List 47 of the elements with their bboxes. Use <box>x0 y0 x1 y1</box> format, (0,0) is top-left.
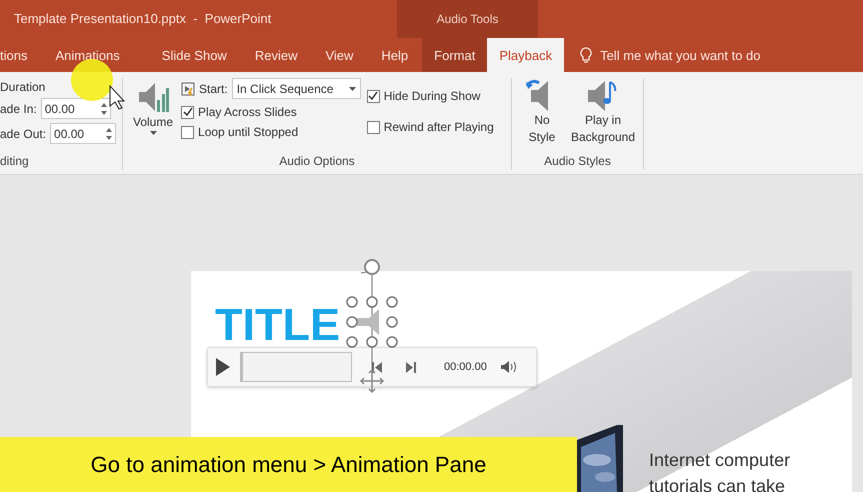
spinner-arrows-icon[interactable] <box>106 126 112 140</box>
lightbulb-icon[interactable] <box>580 46 592 64</box>
ribbon-tab[interactable]: Format <box>422 38 488 72</box>
duration-label: Duration <box>0 80 46 94</box>
checkbox-label: Hide During Show <box>384 89 480 103</box>
checkbox-label: Rewind after Playing <box>384 120 494 134</box>
skip-forward-icon[interactable] <box>406 362 416 372</box>
skip-back-icon[interactable] <box>372 362 382 372</box>
ribbon-tab[interactable]: Playback <box>487 38 564 72</box>
slide-title: TITLE <box>215 298 341 352</box>
caret-icon <box>150 131 157 135</box>
caret-icon <box>348 86 356 90</box>
video-caption: Go to animation menu > Animation Pane <box>0 437 577 492</box>
group-label: Audio Options <box>278 154 356 170</box>
audio-style-button[interactable]: Play in Background <box>568 78 638 154</box>
play-icon[interactable] <box>216 358 230 376</box>
slide-body-text: Internet computer tutorials can take <box>649 449 792 492</box>
group-label: Audio Styles <box>543 154 612 170</box>
ribbon-tab[interactable]: View <box>311 38 368 72</box>
checkbox[interactable] <box>366 120 380 134</box>
spinner-arrows-icon[interactable] <box>100 102 107 116</box>
contextual-tab-title: Audio Tools <box>397 0 538 38</box>
tell-me-search[interactable]: Tell me what you want to do <box>600 48 760 62</box>
fade-out-label: ade Out: <box>0 126 46 140</box>
audio-style-button[interactable]: No Style <box>526 78 558 154</box>
ribbon-tab[interactable]: Help <box>367 38 422 72</box>
window-title: Template Presentation10.pptx - PowerPoint <box>13 10 272 28</box>
start-dropdown[interactable]: In Click Sequence <box>232 78 361 99</box>
checkbox[interactable] <box>366 90 380 102</box>
progress-track[interactable] <box>240 352 352 382</box>
start-label: Start: <box>199 82 228 96</box>
checkbox-label: Loop until Stopped <box>198 125 298 139</box>
volume-icon[interactable] <box>500 361 517 373</box>
fade-in-field[interactable]: 00.00 <box>40 98 111 119</box>
checkbox[interactable] <box>181 126 194 138</box>
volume-button[interactable]: Volume <box>133 80 174 135</box>
fade-out-field[interactable]: 00.00 <box>50 123 116 144</box>
group-label: diting <box>0 154 30 170</box>
ribbon-tab[interactable]: Slide Show <box>148 38 241 72</box>
playback-time: 00:00.00 <box>444 361 487 373</box>
ribbon-tab[interactable]: tions <box>0 38 28 72</box>
play-start-icon <box>181 82 196 96</box>
fade-in-label: ade In: <box>0 102 37 116</box>
ribbon-tab[interactable]: Animations <box>27 38 148 72</box>
ribbon-tab[interactable]: Review <box>240 38 312 72</box>
checkbox[interactable] <box>181 106 194 118</box>
checkbox-label: Play Across Slides <box>198 105 297 119</box>
